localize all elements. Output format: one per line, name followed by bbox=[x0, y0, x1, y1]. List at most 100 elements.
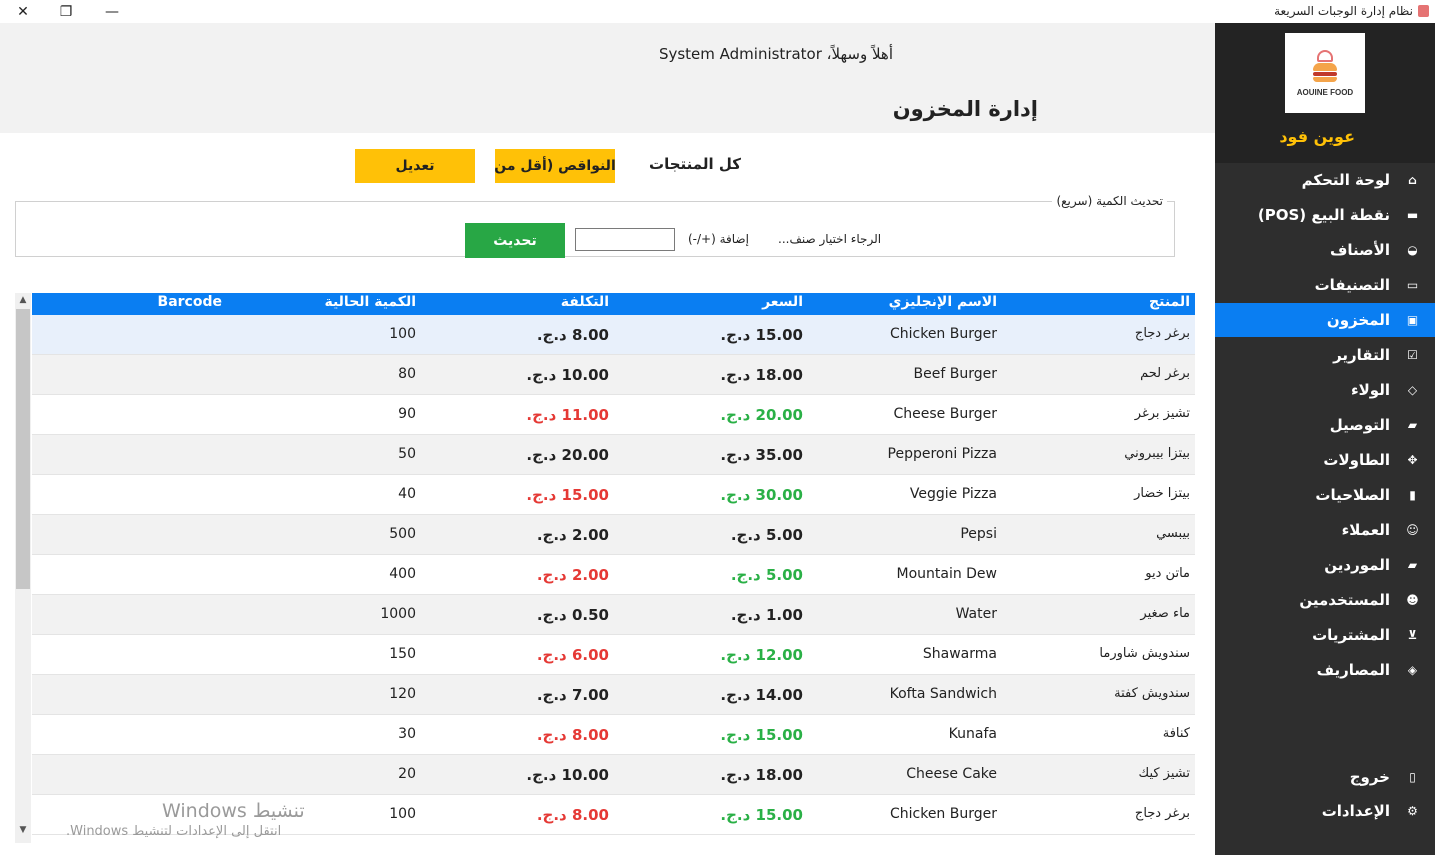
sidebar-item-label: لوحة التحكم bbox=[1301, 171, 1390, 189]
sidebar-item-label: المشتريات bbox=[1312, 626, 1390, 644]
brand-name: عوين فود bbox=[1279, 127, 1355, 146]
cart-icon: ⊻ bbox=[1407, 628, 1418, 642]
table-row[interactable]: برغر دجاج Chicken Burger 15.00 د.ج. 8.00 د.… bbox=[32, 315, 1195, 355]
sidebar-item-diamond[interactable]: الولاء ◇ bbox=[1215, 373, 1435, 407]
table-scrollbar[interactable]: ▲ ▼ bbox=[15, 293, 31, 843]
sidebar-item-label: الطاولات bbox=[1323, 451, 1390, 469]
table-row[interactable]: سندويش شاورما Shawarma 12.00 د.ج. 6.00 د.ج.… bbox=[32, 635, 1195, 675]
cell-english-name: Veggie Pizza bbox=[909, 486, 997, 502]
cell-english-name: Water bbox=[955, 606, 997, 622]
cell-cost: 11.00 د.ج. bbox=[526, 406, 609, 424]
table-row[interactable]: سندويش كفتة Kofta Sandwich 14.00 د.ج. 7.00 … bbox=[32, 675, 1195, 715]
gear-icon: ⚙ bbox=[1407, 804, 1418, 818]
cell-quantity: 100 bbox=[389, 326, 416, 342]
sidebar-item-label: الصلاحيات bbox=[1315, 486, 1390, 504]
table-row[interactable]: ماتن ديو Mountain Dew 5.00 د.ج. 2.00 د.ج. 40… bbox=[32, 555, 1195, 595]
cell-price: 18.00 د.ج. bbox=[720, 366, 803, 384]
column-header-product[interactable]: المنتج bbox=[1149, 294, 1190, 314]
inventory-table: المنتج الاسم الإنجليزي السعر التكلفة الك… bbox=[32, 293, 1195, 858]
sidebar-item-cart[interactable]: المشتريات ⊻ bbox=[1215, 618, 1435, 652]
restore-window-button[interactable]: ❐ bbox=[43, 0, 89, 23]
cell-product-name: بيتزا بيبروني bbox=[1124, 446, 1190, 461]
cell-cost: 2.00 د.ج. bbox=[536, 526, 609, 544]
reports-icon: ☑ bbox=[1407, 348, 1418, 362]
quantity-delta-input[interactable] bbox=[575, 228, 675, 251]
sidebar-item-truck[interactable]: الموردين ▰ bbox=[1215, 548, 1435, 582]
sidebar-item-lock[interactable]: الصلاحيات ▮ bbox=[1215, 478, 1435, 512]
sidebar-item-truck[interactable]: التوصيل ▰ bbox=[1215, 408, 1435, 442]
page-header: أهلاً وسهلاً، System Administrator إدارة… bbox=[0, 23, 1215, 133]
table-row[interactable]: كنافة Kunafa 15.00 د.ج. 8.00 د.ج. 30 bbox=[32, 715, 1195, 755]
sidebar-item-dashboard[interactable]: لوحة التحكم ⌂ bbox=[1215, 163, 1435, 197]
cell-cost: 20.00 د.ج. bbox=[526, 446, 609, 464]
cell-quantity: 30 bbox=[398, 726, 416, 742]
sidebar-item-reports[interactable]: التقارير ☑ bbox=[1215, 338, 1435, 372]
sidebar-item-folder[interactable]: التصنيفات ▭ bbox=[1215, 268, 1435, 302]
cell-english-name: Cheese Burger bbox=[893, 406, 997, 422]
diamond-icon: ◇ bbox=[1407, 383, 1418, 397]
sidebar-item-table[interactable]: الطاولات ✥ bbox=[1215, 443, 1435, 477]
cell-price: 1.00 د.ج. bbox=[730, 606, 803, 624]
minimize-window-button[interactable]: — bbox=[89, 0, 135, 23]
table-row[interactable]: بيتزا خضار Veggie Pizza 30.00 د.ج. 15.00 د.… bbox=[32, 475, 1195, 515]
cell-product-name: بيبسي bbox=[1156, 526, 1190, 541]
column-header-barcode[interactable]: Barcode bbox=[158, 294, 222, 314]
cell-cost: 2.00 د.ج. bbox=[536, 566, 609, 584]
table-row[interactable]: ماء صغير Water 1.00 د.ج. 0.50 د.ج. 1000 bbox=[32, 595, 1195, 635]
logout-icon: ▯ bbox=[1409, 770, 1416, 784]
sidebar: AOUINE FOOD عوين فود لوحة التحكم ⌂ نقطة ال… bbox=[1215, 23, 1435, 855]
table-row[interactable]: بيتزا بيبروني Pepperoni Pizza 35.00 د.ج. 20… bbox=[32, 435, 1195, 475]
lock-icon: ▮ bbox=[1409, 488, 1416, 502]
cell-price: 5.00 د.ج. bbox=[730, 526, 803, 544]
column-header-english-name[interactable]: الاسم الإنجليزي bbox=[889, 294, 997, 314]
scrollbar-thumb[interactable] bbox=[16, 309, 30, 589]
cell-quantity: 1000 bbox=[380, 606, 416, 622]
shortages-button[interactable]: النواقص (أقل من bbox=[495, 149, 615, 183]
close-window-button[interactable]: ✕ bbox=[0, 0, 46, 23]
sidebar-item-label: المخزون bbox=[1326, 311, 1390, 329]
settings-button[interactable]: الإعدادات ⚙ bbox=[1215, 794, 1435, 828]
cell-product-name: بيتزا خضار bbox=[1134, 486, 1190, 501]
sidebar-item-money[interactable]: المصاريف ◈ bbox=[1215, 653, 1435, 687]
cell-product-name: سندويش كفتة bbox=[1114, 686, 1190, 701]
truck-icon: ▰ bbox=[1407, 418, 1418, 432]
sidebar-item-users[interactable]: المستخدمين ☻ bbox=[1215, 583, 1435, 617]
cell-price: 15.00 د.ج. bbox=[720, 726, 803, 744]
column-header-price[interactable]: السعر bbox=[762, 294, 803, 314]
cell-quantity: 150 bbox=[389, 646, 416, 662]
table-header: المنتج الاسم الإنجليزي السعر التكلفة الك… bbox=[32, 293, 1195, 315]
window-title: نظام إدارة الوجبات السريعة bbox=[1274, 4, 1413, 18]
sidebar-item-label: العملاء bbox=[1341, 521, 1390, 539]
cell-quantity: 100 bbox=[389, 806, 416, 822]
table-row[interactable]: تشيز برغر Cheese Burger 20.00 د.ج. 11.00 د.… bbox=[32, 395, 1195, 435]
cell-quantity: 80 bbox=[398, 366, 416, 382]
sidebar-item-pos[interactable]: نقطة البيع (POS) ▬ bbox=[1215, 198, 1435, 232]
cell-product-name: كنافة bbox=[1162, 726, 1190, 741]
cell-price: 5.00 د.ج. bbox=[730, 566, 803, 584]
scroll-up-arrow-icon[interactable]: ▲ bbox=[15, 295, 31, 307]
table-row[interactable]: تشيز كيك Cheese Cake 18.00 د.ج. 10.00 د.ج. 2… bbox=[32, 755, 1195, 795]
cell-price: 15.00 د.ج. bbox=[720, 806, 803, 824]
table-row[interactable]: برغر لحم Beef Burger 18.00 د.ج. 10.00 د.ج. 8… bbox=[32, 355, 1195, 395]
logout-button[interactable]: خروج ▯ bbox=[1215, 760, 1435, 794]
cell-price: 35.00 د.ج. bbox=[720, 446, 803, 464]
cell-cost: 8.00 د.ج. bbox=[536, 326, 609, 344]
cell-cost: 10.00 د.ج. bbox=[526, 366, 609, 384]
column-header-quantity[interactable]: الكمية الحالية bbox=[324, 294, 416, 314]
sidebar-item-inventory[interactable]: المخزون ▣ bbox=[1215, 303, 1435, 337]
table-row[interactable]: بيبسي Pepsi 5.00 د.ج. 2.00 د.ج. 500 bbox=[32, 515, 1195, 555]
sidebar-item-user[interactable]: العملاء ☺ bbox=[1215, 513, 1435, 547]
cell-cost: 0.50 د.ج. bbox=[536, 606, 609, 624]
scroll-down-arrow-icon[interactable]: ▼ bbox=[15, 825, 31, 837]
all-products-filter[interactable]: كل المنتجات bbox=[640, 155, 750, 177]
cell-quantity: 120 bbox=[389, 686, 416, 702]
sidebar-item-label: الأصناف bbox=[1330, 241, 1390, 259]
add-quantity-label: إضافة (+/-) bbox=[688, 232, 749, 246]
app-icon bbox=[1418, 5, 1429, 17]
sidebar-item-items[interactable]: الأصناف ◒ bbox=[1215, 233, 1435, 267]
edit-button[interactable]: تعديل bbox=[355, 149, 475, 183]
burger-logo-icon bbox=[1313, 49, 1337, 82]
update-quantity-button[interactable]: تحديث bbox=[465, 223, 565, 258]
cell-quantity: 90 bbox=[398, 406, 416, 422]
column-header-cost[interactable]: التكلفة bbox=[561, 294, 609, 314]
